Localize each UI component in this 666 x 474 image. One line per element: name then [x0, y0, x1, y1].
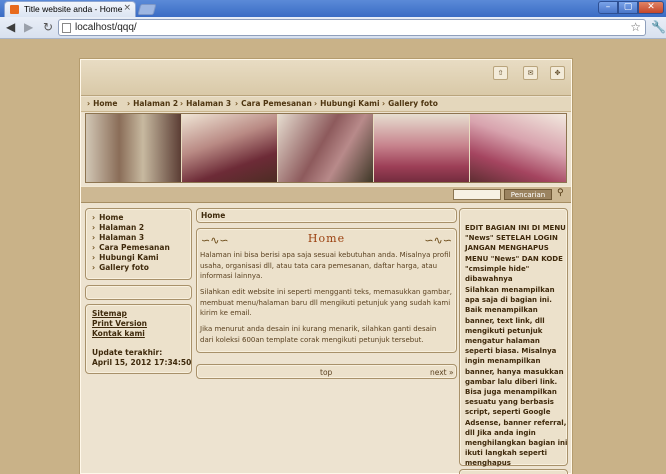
content-box: ∽∿∽ Home ∽∿∽ Halaman ini bisa berisi apa… — [196, 228, 457, 353]
sidebar-item-halaman-2[interactable]: › Halaman 2 — [92, 223, 144, 232]
sidebar-item-halaman-3[interactable]: › Halaman 3 — [92, 233, 144, 242]
content-paragraph: Silahkan edit website ini seperti mengga… — [200, 288, 452, 317]
reload-icon[interactable]: ↻ — [43, 21, 53, 34]
back-icon[interactable]: ◀ — [6, 21, 15, 34]
breadcrumb-box: Home — [196, 208, 457, 223]
right-small-box — [459, 469, 568, 474]
browser-toolbar: ◀ ▶ ↻ localhost/qqq/ ☆ 🔧 — [0, 17, 666, 39]
breadcrumb[interactable]: Home — [201, 211, 225, 220]
print-version-link[interactable]: Print Version — [92, 319, 147, 328]
website-page: ⇧ ✉ ✥ › Home › Halaman 2 › Halaman 3 › Cara … — [80, 59, 572, 474]
sitemap-link[interactable]: Sitemap — [92, 309, 127, 318]
home-top-icon[interactable]: ⇧ — [493, 66, 508, 80]
updated-label: Update terakhir: — [92, 348, 163, 357]
top-navigation: › Home › Halaman 2 › Halaman 3 › Cara Pemesa… — [81, 97, 571, 112]
top-link[interactable]: top — [320, 368, 332, 377]
address-bar[interactable]: localhost/qqq/ ☆ — [58, 19, 646, 36]
topnav-home[interactable]: › Home — [87, 99, 117, 108]
content-paragraph: Jika menurut anda desain ini kurang mena… — [200, 325, 437, 344]
sidebar-item-gallery-foto[interactable]: › Gallery foto — [92, 263, 149, 272]
search-button[interactable]: Pencarian — [504, 189, 552, 200]
news-body: Silahkan menampilkan apa saja di bagian … — [465, 286, 568, 474]
bookmark-star-icon[interactable]: ☆ — [630, 20, 641, 34]
tab-close-icon[interactable]: × — [123, 3, 131, 13]
browser-tab[interactable]: Title website anda - Home × — [4, 1, 136, 17]
favicon-icon — [10, 5, 19, 14]
tab-title: Title website anda - Home — [24, 4, 123, 14]
banner-tile — [470, 114, 566, 182]
new-tab-button[interactable] — [137, 4, 157, 15]
flourish-right-icon: ∽∿∽ — [424, 234, 452, 247]
pager-box: top next » — [196, 364, 457, 379]
search-bar: Pencarian ⚲ — [81, 186, 571, 203]
close-window-button[interactable]: ✕ — [638, 1, 664, 14]
sidebar-info-box: Sitemap Print Version Kontak kami Update… — [85, 304, 192, 374]
sidebar-nav-box: › Home › Halaman 2 › Halaman 3 › Cara Pemesa… — [85, 208, 192, 280]
news-heading: EDIT BAGIAN INI DI MENU "News" SETELAH L… — [465, 224, 566, 284]
mail-icon[interactable]: ✉ — [523, 66, 538, 80]
search-input[interactable] — [453, 189, 501, 200]
topnav-halaman-2[interactable]: › Halaman 2 — [127, 99, 178, 108]
wrench-icon[interactable]: 🔧 — [651, 20, 666, 34]
topnav-cara-pemesanan[interactable]: › Cara Pemesanan — [235, 99, 312, 108]
banner-tile — [374, 114, 470, 182]
forward-icon[interactable]: ▶ — [24, 21, 33, 34]
sidebar-item-cara-pemesanan[interactable]: › Cara Pemesanan — [92, 243, 170, 252]
updated-value: April 15, 2012 17:34:50 — [92, 358, 192, 367]
sitemap-icon[interactable]: ✥ — [550, 66, 565, 80]
page-icon — [62, 23, 71, 33]
url-text[interactable]: localhost/qqq/ — [75, 22, 137, 33]
kontak-kami-link[interactable]: Kontak kami — [92, 329, 145, 338]
minimize-button[interactable]: – — [598, 1, 618, 14]
banner-tile — [182, 114, 278, 182]
news-box: EDIT BAGIAN INI DI MENU "News" SETELAH L… — [459, 208, 568, 474]
header-banner-image — [85, 113, 567, 183]
next-link[interactable]: next » — [430, 368, 454, 377]
content-paragraph: Halaman ini bisa berisi apa saja sesuai … — [200, 251, 451, 280]
sidebar-item-home[interactable]: › Home — [92, 213, 123, 222]
topnav-halaman-3[interactable]: › Halaman 3 — [180, 99, 231, 108]
sidebar-item-hubungi-kami[interactable]: › Hubungi Kami — [92, 253, 159, 262]
page-header: ⇧ ✉ ✥ — [81, 60, 571, 96]
sidebar-empty-box — [85, 285, 192, 300]
maximize-button[interactable]: ▢ — [618, 1, 638, 14]
page-title: Home — [307, 232, 346, 245]
topnav-hubungi-kami[interactable]: › Hubungi Kami — [314, 99, 380, 108]
banner-tile — [86, 114, 182, 182]
topnav-gallery-foto[interactable]: › Gallery foto — [382, 99, 438, 108]
browser-titlebar: Title website anda - Home × – ▢ ✕ — [0, 0, 666, 17]
search-icon[interactable]: ⚲ — [557, 188, 564, 198]
banner-tile — [278, 114, 374, 182]
